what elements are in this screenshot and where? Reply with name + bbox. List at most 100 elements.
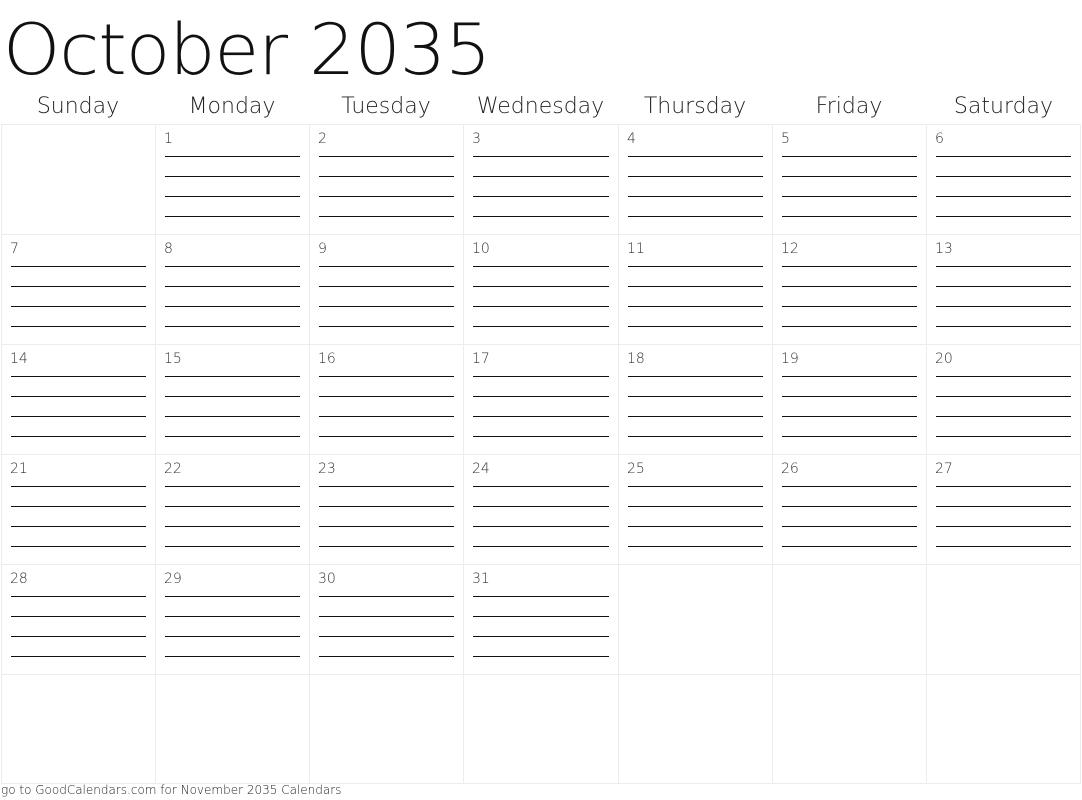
writing-line: [628, 286, 763, 287]
day-cell-27[interactable]: 27: [926, 454, 1081, 564]
day-cell-26[interactable]: 26: [772, 454, 926, 564]
weekday-header-saturday: Saturday: [953, 94, 1054, 119]
empty-day-cell[interactable]: [926, 674, 1081, 784]
empty-day-cell[interactable]: [772, 564, 926, 674]
writing-line: [11, 596, 146, 597]
writing-line: [936, 526, 1071, 527]
day-cell-25[interactable]: 25: [618, 454, 772, 564]
writing-line: [319, 546, 454, 547]
empty-day-cell[interactable]: [309, 674, 463, 784]
day-cell-28[interactable]: 28: [1, 564, 155, 674]
day-number: 2: [318, 131, 327, 147]
day-cell-9[interactable]: 9: [309, 234, 463, 344]
writing-line: [11, 326, 146, 327]
day-cell-19[interactable]: 19: [772, 344, 926, 454]
writing-line: [319, 616, 454, 617]
day-cell-29[interactable]: 29: [155, 564, 309, 674]
day-cell-24[interactable]: 24: [463, 454, 618, 564]
day-cell-3[interactable]: 3: [463, 124, 618, 234]
weekday-header-wednesday: Wednesday: [476, 94, 605, 119]
writing-line: [782, 156, 917, 157]
empty-day-cell[interactable]: [618, 564, 772, 674]
day-number: 18: [627, 351, 645, 367]
day-cell-17[interactable]: 17: [463, 344, 618, 454]
writing-line: [319, 416, 454, 417]
writing-line: [165, 436, 300, 437]
writing-line: [165, 596, 300, 597]
writing-line: [936, 396, 1071, 397]
writing-line: [165, 416, 300, 417]
writing-line: [628, 486, 763, 487]
empty-day-cell[interactable]: [772, 674, 926, 784]
empty-day-cell[interactable]: [155, 674, 309, 784]
day-cell-11[interactable]: 11: [618, 234, 772, 344]
writing-line: [319, 486, 454, 487]
day-number: 6: [935, 131, 944, 147]
day-cell-5[interactable]: 5: [772, 124, 926, 234]
day-cell-30[interactable]: 30: [309, 564, 463, 674]
day-cell-16[interactable]: 16: [309, 344, 463, 454]
day-cell-13[interactable]: 13: [926, 234, 1081, 344]
day-cell-31[interactable]: 31: [463, 564, 618, 674]
day-cell-23[interactable]: 23: [309, 454, 463, 564]
writing-line: [11, 656, 146, 657]
day-number: 26: [781, 461, 799, 477]
empty-day-cell[interactable]: [926, 564, 1081, 674]
weekday-header-friday: Friday: [815, 94, 883, 119]
writing-line: [628, 506, 763, 507]
writing-line: [319, 156, 454, 157]
week-row: 28 29 30 31: [1, 564, 1081, 674]
day-number: 13: [935, 241, 953, 257]
empty-day-cell[interactable]: [1, 674, 155, 784]
day-cell-14[interactable]: 14: [1, 344, 155, 454]
day-cell-12[interactable]: 12: [772, 234, 926, 344]
calendar-title: October 2035: [3, 9, 491, 91]
empty-day-cell[interactable]: [618, 674, 772, 784]
day-cell-10[interactable]: 10: [463, 234, 618, 344]
day-cell-8[interactable]: 8: [155, 234, 309, 344]
day-number: 30: [318, 571, 336, 587]
day-cell-7[interactable]: 7: [1, 234, 155, 344]
writing-line: [165, 216, 300, 217]
empty-day-cell[interactable]: [1, 124, 155, 234]
day-cell-15[interactable]: 15: [155, 344, 309, 454]
writing-line: [165, 306, 300, 307]
day-cell-2[interactable]: 2: [309, 124, 463, 234]
day-number: 27: [935, 461, 953, 477]
writing-line: [473, 486, 609, 487]
day-cell-1[interactable]: 1: [155, 124, 309, 234]
day-number: 24: [472, 461, 490, 477]
writing-line: [936, 156, 1071, 157]
writing-line: [473, 286, 609, 287]
day-cell-6[interactable]: 6: [926, 124, 1081, 234]
day-number: 17: [472, 351, 490, 367]
day-cell-22[interactable]: 22: [155, 454, 309, 564]
writing-line: [628, 376, 763, 377]
empty-day-cell[interactable]: [463, 674, 618, 784]
writing-line: [11, 636, 146, 637]
day-cell-21[interactable]: 21: [1, 454, 155, 564]
writing-line: [628, 326, 763, 327]
writing-line: [936, 436, 1071, 437]
writing-line: [319, 266, 454, 267]
writing-line: [319, 436, 454, 437]
writing-line: [628, 156, 763, 157]
writing-line: [782, 416, 917, 417]
writing-line: [165, 376, 300, 377]
writing-line: [473, 656, 609, 657]
writing-line: [473, 636, 609, 637]
weekday-header-monday: Monday: [188, 94, 276, 119]
day-number: 19: [781, 351, 799, 367]
day-cell-4[interactable]: 4: [618, 124, 772, 234]
writing-line: [628, 436, 763, 437]
writing-line: [473, 266, 609, 267]
writing-line: [319, 526, 454, 527]
day-number: 15: [164, 351, 182, 367]
day-cell-20[interactable]: 20: [926, 344, 1081, 454]
writing-line: [473, 306, 609, 307]
writing-line: [11, 376, 146, 377]
writing-line: [473, 416, 609, 417]
day-cell-18[interactable]: 18: [618, 344, 772, 454]
footer-link[interactable]: go to GoodCalendars.com for November 203…: [1, 783, 341, 797]
writing-line: [936, 196, 1071, 197]
